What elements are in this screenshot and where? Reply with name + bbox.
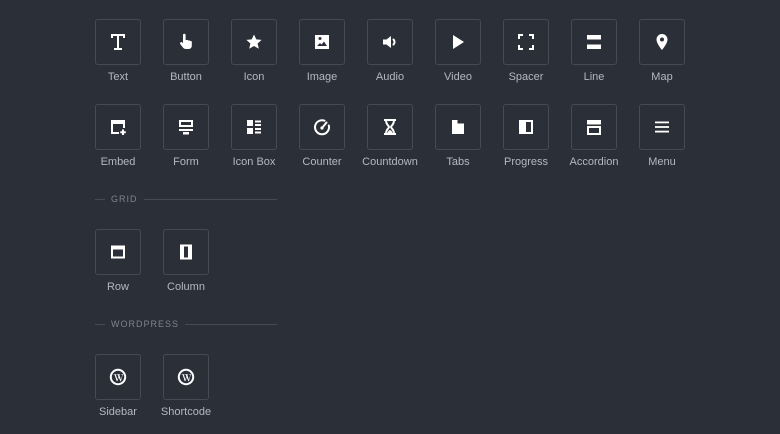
wordpress-icon — [108, 367, 128, 387]
widget-label: Row — [106, 281, 129, 293]
widget-label: Image — [306, 71, 338, 83]
widget-label: Progress — [503, 156, 549, 168]
widget-progress[interactable]: Progress — [503, 104, 549, 168]
widget-map[interactable]: Map — [639, 19, 685, 83]
widget-map-box — [639, 19, 685, 65]
widget-spacer[interactable]: Spacer — [503, 19, 549, 83]
row-icon — [108, 242, 128, 262]
accordion-icon — [584, 117, 604, 137]
widget-label: Form — [173, 156, 199, 168]
widget-label: Icon — [243, 71, 265, 83]
counter-gauge-icon — [312, 117, 332, 137]
text-icon — [108, 32, 128, 52]
widget-sidebar[interactable]: Sidebar — [95, 354, 141, 418]
widget-audio[interactable]: Audio — [367, 19, 413, 83]
widget-menu-box — [639, 104, 685, 150]
widget-video-box — [435, 19, 481, 65]
widget-accordion[interactable]: Accordion — [570, 104, 618, 168]
widget-icon-box-box — [231, 104, 277, 150]
line-icon — [584, 32, 604, 52]
embed-window-icon — [108, 117, 128, 137]
widget-line[interactable]: Line — [571, 19, 617, 83]
widget-form-box — [163, 104, 209, 150]
widget-panel: Text Button Icon Image Audio Video Space… — [0, 0, 780, 434]
widget-button[interactable]: Button — [163, 19, 209, 83]
wordpress-icon — [176, 367, 196, 387]
widget-column-box — [163, 229, 209, 275]
widget-label: Tabs — [446, 156, 470, 168]
widget-label: Menu — [648, 156, 676, 168]
widget-spacer-box — [503, 19, 549, 65]
widget-embed[interactable]: Embed — [95, 104, 141, 168]
widget-label: Text — [107, 71, 129, 83]
divider — [95, 198, 105, 200]
widget-shortcode-box — [163, 354, 209, 400]
tabs-icon — [448, 117, 468, 137]
widget-sidebar-box — [95, 354, 141, 400]
speaker-icon — [380, 32, 400, 52]
widget-audio-box — [367, 19, 413, 65]
widget-progress-box — [503, 104, 549, 150]
widget-icon-box[interactable]: Icon Box — [231, 104, 277, 168]
expand-corners-icon — [516, 32, 536, 52]
widget-label: Audio — [375, 71, 405, 83]
widget-label: Video — [444, 71, 472, 83]
play-icon — [448, 32, 468, 52]
star-icon — [244, 32, 264, 52]
divider — [143, 198, 277, 200]
widget-icon[interactable]: Icon — [231, 19, 277, 83]
widget-label: Counter — [302, 156, 342, 168]
widget-label: Spacer — [508, 71, 544, 83]
widget-text[interactable]: Text — [95, 19, 141, 83]
hamburger-menu-icon — [652, 117, 672, 137]
widget-menu[interactable]: Menu — [639, 104, 685, 168]
widget-countdown-box — [367, 104, 413, 150]
section-title: GRID — [111, 194, 138, 204]
column-icon — [176, 242, 196, 262]
widget-image[interactable]: Image — [299, 19, 345, 83]
hourglass-icon — [380, 117, 400, 137]
section-header-wordpress: WORDPRESS — [95, 318, 277, 330]
widget-label: Icon Box — [232, 156, 276, 168]
widget-label: Accordion — [569, 156, 619, 168]
widget-form[interactable]: Form — [163, 104, 209, 168]
widget-label: Embed — [100, 156, 136, 168]
section-header-grid: GRID — [95, 193, 277, 205]
hand-pointer-icon — [176, 32, 196, 52]
widget-label: Sidebar — [99, 406, 137, 418]
progress-icon — [516, 117, 536, 137]
widget-label: Countdown — [362, 156, 418, 168]
widget-line-box — [571, 19, 617, 65]
divider — [185, 323, 277, 325]
widget-accordion-box — [571, 104, 617, 150]
widget-embed-box — [95, 104, 141, 150]
widget-image-box — [299, 19, 345, 65]
widget-counter-box — [299, 104, 345, 150]
widget-text-box — [95, 19, 141, 65]
widget-shortcode[interactable]: Shortcode — [161, 354, 211, 418]
form-icon — [176, 117, 196, 137]
widget-label: Column — [167, 281, 205, 293]
widget-row[interactable]: Row — [95, 229, 141, 293]
icon-box-icon — [244, 117, 264, 137]
widget-counter[interactable]: Counter — [299, 104, 345, 168]
widget-label: Shortcode — [160, 406, 212, 418]
widget-icon-box — [231, 19, 277, 65]
divider — [95, 323, 105, 325]
widget-tabs[interactable]: Tabs — [435, 104, 481, 168]
widget-button-box — [163, 19, 209, 65]
widget-label: Button — [170, 71, 202, 83]
image-icon — [312, 32, 332, 52]
section-title: WORDPRESS — [111, 319, 180, 329]
widget-label: Line — [583, 71, 605, 83]
widget-column[interactable]: Column — [163, 229, 209, 293]
widget-video[interactable]: Video — [435, 19, 481, 83]
widget-row-box — [95, 229, 141, 275]
map-pin-icon — [652, 32, 672, 52]
widget-tabs-box — [435, 104, 481, 150]
widget-label: Map — [651, 71, 673, 83]
widget-countdown[interactable]: Countdown — [362, 104, 418, 168]
